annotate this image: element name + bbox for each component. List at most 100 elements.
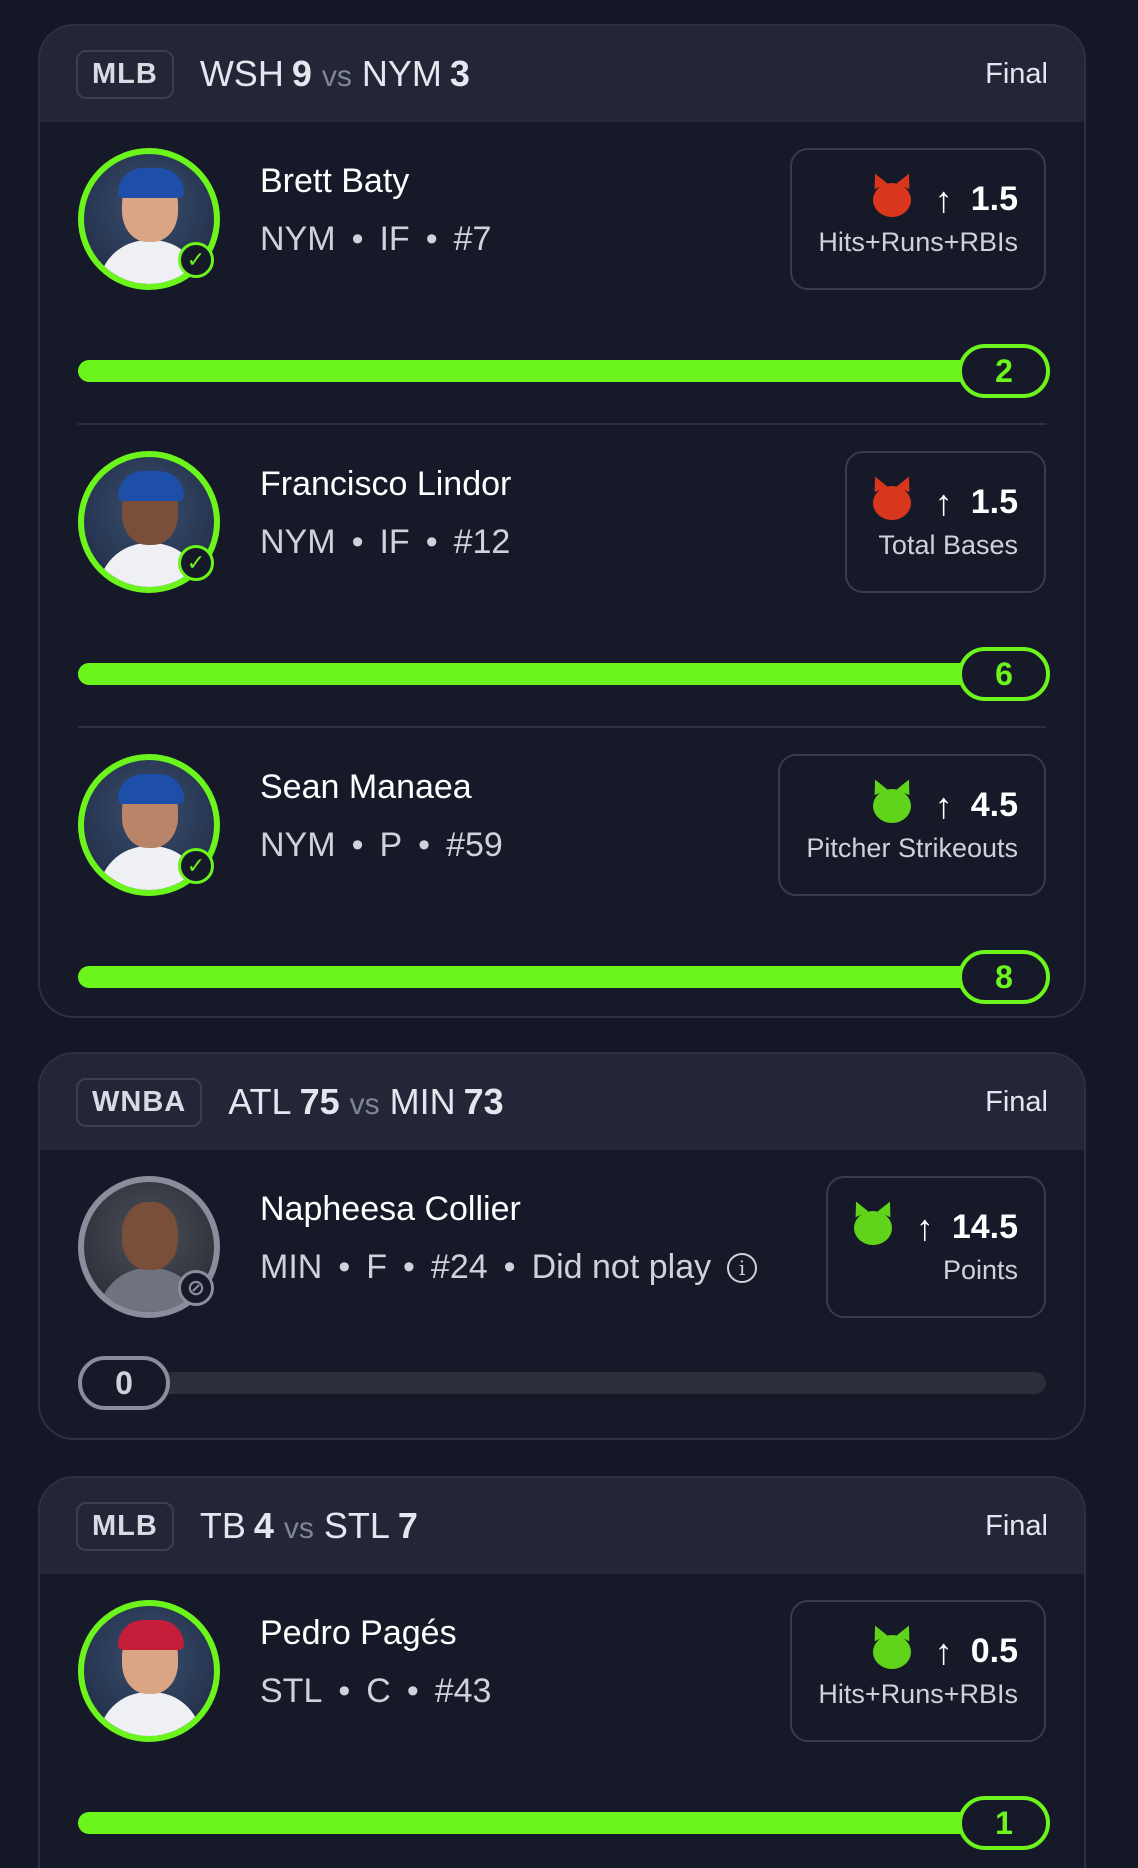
away-team: ATL [228, 1081, 292, 1122]
player-pick-row[interactable]: Pedro Pagés STL • C • #43 ↑ 0.5 Hits+Run… [40, 1574, 1084, 1868]
home-team: MIN [389, 1081, 456, 1122]
separator: • [406, 1672, 419, 1710]
prop-line: 1.5 [970, 180, 1018, 218]
actual-value: 8 [958, 950, 1050, 1004]
did-not-play-label: Did not play [531, 1248, 712, 1286]
away-score: 9 [291, 53, 312, 94]
home-team: NYM [361, 53, 442, 94]
player-number: #12 [453, 523, 511, 561]
player-name: Brett Baty [260, 162, 410, 200]
game-score: WSH 9 vs NYM 3 [200, 53, 470, 95]
player-position: C [366, 1672, 391, 1710]
player-name: Pedro Pagés [260, 1614, 457, 1652]
info-icon[interactable]: i [727, 1252, 758, 1283]
actual-value: 6 [958, 647, 1050, 701]
progress-bar [78, 360, 1046, 382]
prohibited-icon: ⊘ [178, 1270, 214, 1306]
vs-label: vs [349, 1088, 380, 1121]
prop-line: 0.5 [970, 1632, 1018, 1670]
player-pick-row[interactable]: ⊘ Napheesa Collier MIN • F • #24 • Did n… [40, 1150, 1084, 1438]
arrow-up-icon: ↑ [915, 1206, 934, 1248]
prop-line: 4.5 [970, 786, 1018, 824]
game-status: Final [985, 1085, 1048, 1118]
player-team: NYM [260, 220, 336, 258]
away-team: TB [199, 1505, 246, 1546]
separator: • [338, 1672, 351, 1710]
prop-box[interactable]: ↑ 0.5 Hits+Runs+RBIs [790, 1600, 1046, 1742]
player-pick-row[interactable]: ✓ Francisco Lindor NYM • IF • #12 ↑ 1.5 … [40, 425, 1084, 728]
away-team: WSH [199, 53, 284, 94]
game-header[interactable]: MLB WSH 9 vs NYM 3 Final [40, 26, 1084, 122]
picks-results-page: MLB WSH 9 vs NYM 3 Final ✓ Brett Baty NY… [0, 0, 1138, 1868]
game-card: MLB WSH 9 vs NYM 3 Final ✓ Brett Baty NY… [38, 24, 1086, 1018]
vs-label: vs [321, 60, 352, 93]
check-icon: ✓ [178, 848, 214, 884]
player-team: MIN [260, 1248, 323, 1286]
player-name: Francisco Lindor [260, 465, 512, 503]
home-score: 3 [449, 53, 470, 94]
prop-line: 1.5 [970, 483, 1018, 521]
player-pick-row[interactable]: ✓ Sean Manaea NYM • P • #59 ↑ 4.5 Pitche… [40, 728, 1084, 1016]
game-status: Final [985, 1509, 1048, 1542]
player-pick-row[interactable]: ✓ Brett Baty NYM • IF • #7 ↑ 1.5 Hits+Ru… [40, 122, 1084, 425]
actual-value: 1 [958, 1796, 1050, 1850]
player-meta: STL • C • #43 [260, 1672, 491, 1711]
green-devil-icon [872, 1634, 911, 1669]
prop-line: 14.5 [951, 1208, 1018, 1246]
separator: • [503, 1248, 516, 1286]
prop-box[interactable]: ↑ 4.5 Pitcher Strikeouts [778, 754, 1046, 896]
progress-bar [78, 1372, 1046, 1394]
game-header[interactable]: MLB TB 4 vs STL 7 Final [40, 1478, 1084, 1574]
separator: • [351, 523, 364, 561]
red-devil-icon [872, 485, 911, 520]
player-meta: MIN • F • #24 • Did not play i [260, 1248, 758, 1287]
player-meta: NYM • P • #59 [260, 826, 503, 865]
arrow-up-icon: ↑ [934, 178, 953, 220]
player-name: Napheesa Collier [260, 1190, 521, 1228]
prop-stat: Hits+Runs+RBIs [818, 1679, 1018, 1709]
player-position: IF [379, 523, 410, 561]
home-score: 7 [397, 1505, 418, 1546]
player-name: Sean Manaea [260, 768, 472, 806]
vs-label: vs [283, 1512, 314, 1545]
separator: • [403, 1248, 415, 1286]
player-meta: NYM • IF • #12 [260, 523, 510, 562]
progress-fill [78, 663, 1008, 685]
progress-bar [78, 966, 1046, 988]
player-position: F [366, 1248, 388, 1286]
game-score: ATL 75 vs MIN 73 [228, 1081, 503, 1123]
prop-box[interactable]: ↑ 14.5 Points [825, 1176, 1046, 1318]
actual-value: 0 [78, 1356, 170, 1410]
player-position: IF [379, 220, 410, 258]
check-icon: ✓ [178, 545, 214, 581]
actual-value: 2 [958, 344, 1050, 398]
league-badge: WNBA [76, 1077, 203, 1127]
arrow-up-icon: ↑ [934, 784, 953, 826]
home-score: 73 [463, 1081, 504, 1122]
player-team: STL [260, 1672, 323, 1710]
check-icon: ✓ [178, 242, 214, 278]
separator: • [425, 523, 438, 561]
prop-box[interactable]: ↑ 1.5 Hits+Runs+RBIs [790, 148, 1046, 290]
game-card: WNBA ATL 75 vs MIN 73 Final ⊘ Napheesa C… [38, 1052, 1086, 1440]
game-score: TB 4 vs STL 7 [200, 1505, 418, 1547]
separator: • [338, 1248, 351, 1286]
separator: • [425, 220, 438, 258]
progress-fill [78, 360, 1008, 382]
separator: • [351, 220, 364, 258]
league-badge: MLB [76, 49, 174, 99]
player-number: #59 [446, 826, 503, 864]
player-meta: NYM • IF • #7 [260, 220, 491, 259]
prop-box[interactable]: ↑ 1.5 Total Bases [844, 451, 1046, 593]
arrow-up-icon: ↑ [934, 481, 953, 523]
prop-stat: Hits+Runs+RBIs [818, 227, 1018, 257]
player-number: #43 [434, 1672, 492, 1710]
game-header[interactable]: WNBA ATL 75 vs MIN 73 Final [40, 1054, 1084, 1150]
green-devil-icon [853, 1210, 892, 1245]
player-number: #24 [430, 1248, 488, 1286]
away-score: 75 [299, 1081, 340, 1122]
separator: • [351, 826, 364, 864]
player-position: P [379, 826, 403, 864]
red-devil-icon [872, 182, 911, 217]
home-team: STL [323, 1505, 390, 1546]
